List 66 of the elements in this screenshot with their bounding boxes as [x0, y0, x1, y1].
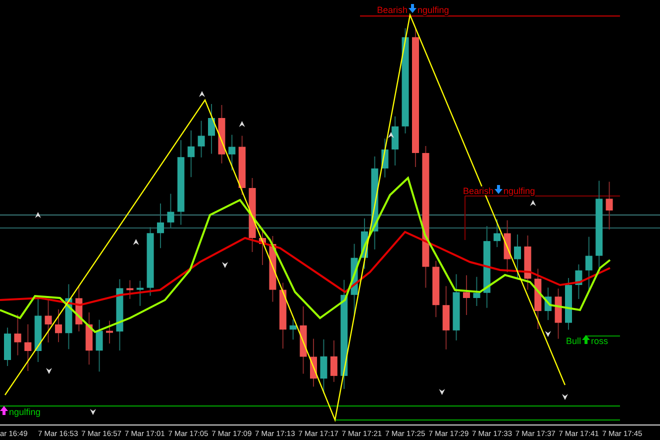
signal-label: Bull [566, 336, 582, 346]
candlestick [494, 218, 501, 248]
signal-label: Bearish [377, 5, 408, 15]
candlestick [106, 320, 113, 344]
candlestick [65, 284, 72, 350]
candlestick [310, 338, 317, 388]
down-arrow-icon [439, 389, 445, 395]
candlestick [188, 130, 195, 178]
candlestick [146, 226, 154, 296]
candlestick [330, 340, 338, 382]
signal-label: ngulfing [9, 407, 41, 417]
candlestick [473, 276, 480, 306]
candlestick [534, 268, 542, 330]
signal-label: ross [591, 336, 608, 346]
candlestick [544, 287, 552, 321]
candlestick [432, 260, 440, 318]
candlestick [585, 236, 592, 292]
candlestick [228, 134, 236, 171]
candlestick [463, 274, 470, 316]
up-arrow-icon [199, 91, 205, 97]
candlestick [514, 234, 521, 280]
candlestick [14, 314, 22, 356]
signal-label: ngulfing [418, 5, 450, 15]
candlestick [157, 202, 164, 249]
candlestick [208, 104, 215, 154]
candlestick [504, 220, 511, 273]
candlestick [136, 280, 144, 306]
candlestick [4, 327, 11, 366]
signal-label: ngulfing [504, 186, 536, 196]
candlestick [269, 236, 276, 302]
candlestick [75, 284, 82, 332]
candlestick [198, 120, 205, 158]
candlestick [575, 264, 582, 300]
candlestick [452, 274, 460, 341]
candlestick [218, 104, 226, 164]
up-arrow-icon [388, 132, 394, 138]
down-arrow-icon [562, 394, 568, 400]
candlestick [259, 228, 266, 266]
candlestick [55, 308, 62, 343]
candlestick [554, 288, 562, 340]
candlestick [524, 235, 532, 290]
up-arrow-icon [239, 121, 245, 127]
down-arrow-icon [90, 409, 96, 415]
candlestick [34, 298, 42, 362]
candlestick [606, 181, 613, 230]
candlestick [565, 278, 572, 330]
candlestick [44, 299, 52, 343]
up-arrow-icon [530, 200, 536, 206]
candlestick [361, 218, 368, 270]
candlestick [279, 282, 286, 350]
candlestick [126, 280, 134, 300]
candlestick [24, 324, 32, 372]
candlestick [300, 306, 307, 374]
candlestick [290, 318, 297, 340]
candlestick [320, 338, 328, 394]
up-arrow-icon [35, 212, 41, 218]
up-arrow-icon [133, 239, 139, 245]
candlestick [442, 286, 450, 350]
candlestick [86, 312, 93, 366]
down-arrow-icon [46, 368, 52, 374]
down-arrow-icon [222, 262, 228, 268]
candlestick [96, 319, 103, 372]
down-arrow-icon [545, 331, 551, 337]
candlestick [392, 116, 399, 166]
candlestick [167, 193, 174, 229]
candlestick [238, 135, 246, 196]
